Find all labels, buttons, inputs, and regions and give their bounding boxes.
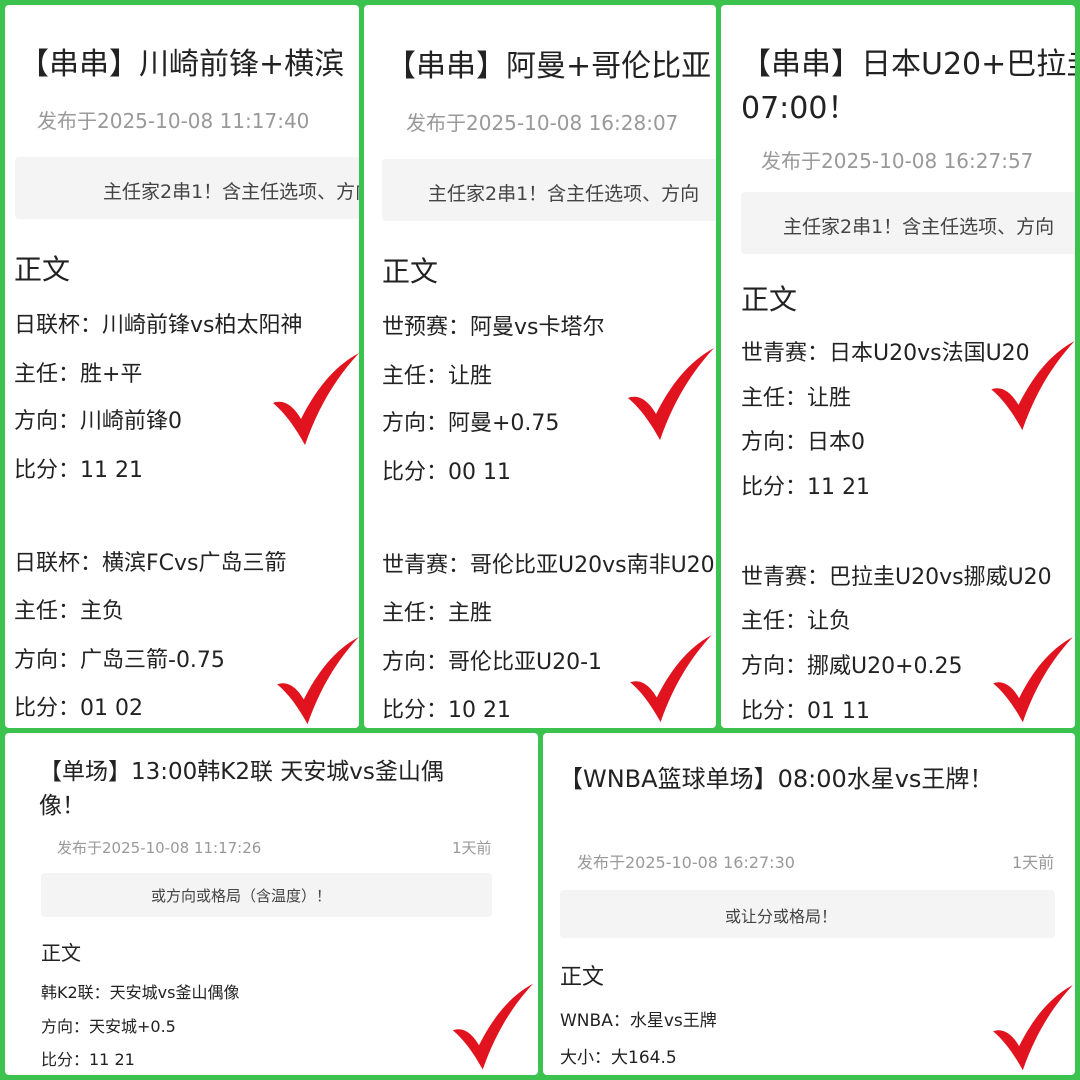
post-title[interactable]: 【WNBA篮球单场】08:00水星vs王牌！ xyxy=(559,761,999,797)
score-line: 比分：11 21 xyxy=(14,458,143,483)
red-checkmark-icon xyxy=(452,983,534,1070)
total-line: 大小：大164.5 xyxy=(560,1048,677,1068)
direction-line: 方向：川崎前锋0 xyxy=(14,409,182,434)
post-title[interactable]: 【串串】日本U20+巴拉圭 xyxy=(741,39,1075,83)
red-checkmark-icon xyxy=(993,985,1073,1071)
match-line: 世青赛：日本U20vs法国U20 xyxy=(741,341,1030,366)
summary-box: 或让分或格局！ xyxy=(560,890,1055,938)
section-heading: 正文 xyxy=(41,941,81,965)
summary-box: 主任家2串1！含主任选项、方向 xyxy=(382,159,716,221)
direction-line: 方向：挪威U20+0.25 xyxy=(741,654,963,679)
pick-line: 主任：让负 xyxy=(741,609,852,634)
post-card-3[interactable]: 【串串】日本U20+巴拉圭 07:00！ 发布于2025-10-08 16:27… xyxy=(721,5,1075,728)
publish-date: 发布于2025-10-08 11:17:26 xyxy=(57,839,262,857)
score-line: 比分：10 21 xyxy=(382,698,511,723)
score-line: 比分：01 11 xyxy=(741,699,870,724)
summary-text: 主任家2串1！含主任选项、方向 xyxy=(103,181,359,203)
post-card-5[interactable]: 【WNBA篮球单场】08:00水星vs王牌！ 发布于2025-10-08 16:… xyxy=(543,733,1075,1075)
section-heading: 正文 xyxy=(14,253,71,286)
post-title[interactable]: 【单场】13:00韩K2联 天安城vs釜山偶像！ xyxy=(39,755,479,823)
pick-line: 主任：让胜 xyxy=(382,364,493,389)
score-line: 比分：00 11 xyxy=(382,460,511,485)
match-line: 日联杯：川崎前锋vs柏太阳神 xyxy=(14,313,303,338)
pick-line: 主任：让胜 xyxy=(741,386,852,411)
summary-text: 或方向或格局（含温度）！ xyxy=(151,887,332,905)
match-line: 世青赛：巴拉圭U20vs挪威U20 xyxy=(741,565,1052,590)
red-checkmark-icon xyxy=(273,353,359,445)
match-line: 日联杯：横滨FCvs广岛三箭 xyxy=(14,551,287,576)
relative-time: 1天前 xyxy=(452,839,492,857)
red-checkmark-icon xyxy=(993,637,1073,723)
summary-text: 或让分或格局！ xyxy=(725,907,838,926)
section-heading: 正文 xyxy=(560,965,605,990)
pick-line: 主任：胜+平 xyxy=(14,362,143,387)
red-checkmark-icon xyxy=(277,637,359,725)
section-heading: 正文 xyxy=(382,255,439,288)
summary-box: 或方向或格局（含温度）！ xyxy=(41,873,492,917)
post-card-4[interactable]: 【单场】13:00韩K2联 天安城vs釜山偶像！ 发布于2025-10-08 1… xyxy=(5,733,538,1075)
direction-line: 方向：天安城+0.5 xyxy=(41,1017,176,1036)
direction-line: 方向：阿曼+0.75 xyxy=(382,411,560,436)
publish-date: 发布于2025-10-08 16:27:30 xyxy=(577,853,795,872)
relative-time: 1天前 xyxy=(1012,853,1055,872)
match-line: WNBA：水星vs王牌 xyxy=(560,1011,717,1031)
direction-line: 方向：日本0 xyxy=(741,430,865,455)
summary-text: 主任家2串1！含主任选项、方向 xyxy=(783,216,1055,238)
match-line: 世预赛：阿曼vs卡塔尔 xyxy=(382,315,605,340)
score-line: 比分：11 21 xyxy=(41,1050,135,1069)
summary-box: 主任家2串1！含主任选项、方向 xyxy=(741,192,1075,254)
summary-text: 主任家2串1！含主任选项、方向 xyxy=(428,183,700,205)
post-card-2[interactable]: 【串串】阿曼+哥伦比亚 发布于2025-10-08 16:28:07 主任家2串… xyxy=(364,5,716,728)
match-line: 世青赛：哥伦比亚U20vs南非U20 xyxy=(382,553,715,578)
post-title-line2[interactable]: 07:00！ xyxy=(741,83,857,127)
publish-date: 发布于2025-10-08 11:17:40 xyxy=(37,109,310,133)
score-line: 比分：11 21 xyxy=(741,475,870,500)
direction-line: 方向：哥伦比亚U20-1 xyxy=(382,650,603,675)
post-card-1[interactable]: 【串串】川崎前锋+横滨 发布于2025-10-08 11:17:40 主任家2串… xyxy=(5,5,359,728)
match-line: 韩K2联：天安城vs釜山偶像 xyxy=(41,983,240,1002)
post-title[interactable]: 【串串】阿曼+哥伦比亚 xyxy=(386,41,711,85)
publish-date: 发布于2025-10-08 16:28:07 xyxy=(406,111,679,135)
pick-line: 主任：主负 xyxy=(14,599,125,624)
post-title[interactable]: 【串串】川崎前锋+横滨 xyxy=(19,39,344,83)
red-checkmark-icon xyxy=(630,635,712,723)
score-line: 比分：01 02 xyxy=(14,696,143,721)
publish-date: 发布于2025-10-08 16:27:57 xyxy=(761,149,1034,173)
direction-line: 方向：广岛三箭-0.75 xyxy=(14,648,225,673)
summary-box: 主任家2串1！含主任选项、方向 xyxy=(15,157,359,219)
red-checkmark-icon xyxy=(628,348,714,440)
red-checkmark-icon xyxy=(991,341,1075,431)
pick-line: 主任：主胜 xyxy=(382,601,493,626)
section-heading: 正文 xyxy=(741,283,798,316)
